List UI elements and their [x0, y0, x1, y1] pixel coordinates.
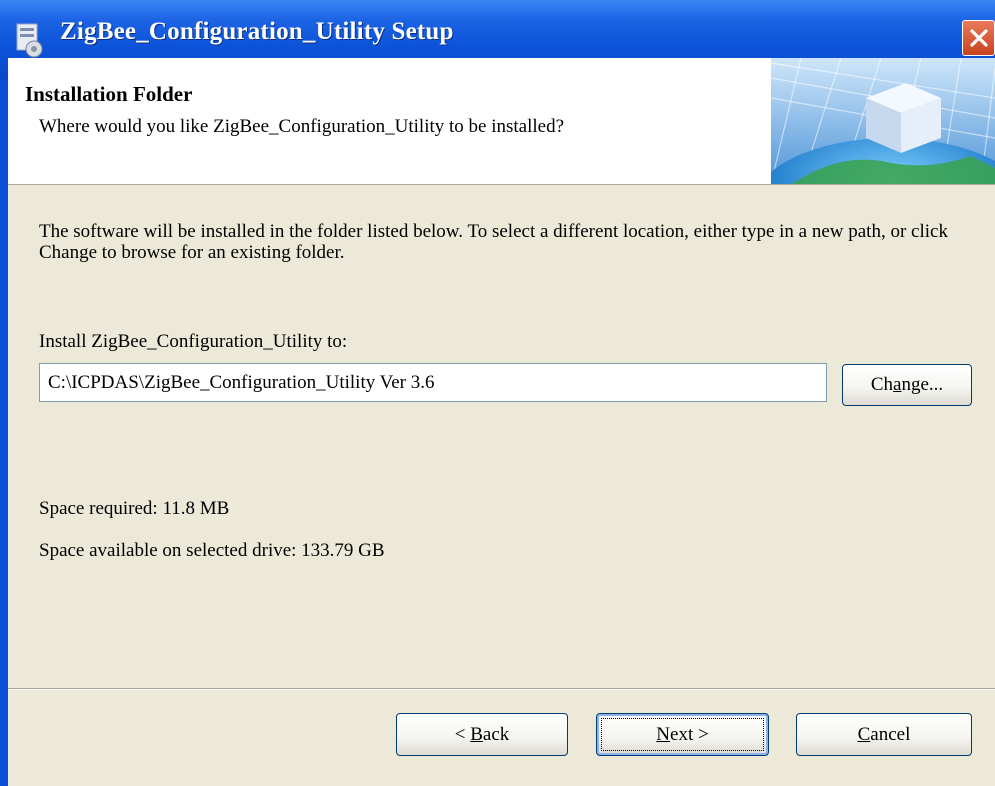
- back-button[interactable]: < Back: [396, 713, 568, 756]
- cancel-label-suffix: ancel: [870, 724, 911, 745]
- change-label-suffix: nge...: [901, 374, 944, 395]
- space-required-text: Space required: 11.8 MB: [39, 498, 230, 519]
- cube-globe-graphic: [771, 58, 995, 184]
- window-title: ZigBee_Configuration_Utility Setup: [60, 18, 454, 45]
- change-button[interactable]: Change...: [842, 364, 972, 406]
- setup-window: ZigBee_Configuration_Utility Setup Insta…: [0, 0, 995, 786]
- page-subtitle: Where would you like ZigBee_Configuratio…: [39, 116, 565, 137]
- installer-icon: [14, 22, 46, 58]
- close-icon: [970, 29, 988, 47]
- cancel-accelerator: C: [857, 724, 871, 745]
- back-label-suffix: ack: [482, 724, 510, 745]
- back-accelerator: B: [470, 724, 483, 745]
- page-title: Installation Folder: [25, 82, 193, 106]
- space-available-text: Space available on selected drive: 133.7…: [39, 540, 385, 561]
- wizard-header: Installation Folder Where would you like…: [8, 58, 995, 185]
- cancel-button[interactable]: Cancel: [796, 713, 972, 756]
- intro-text: The software will be installed in the fo…: [39, 221, 948, 263]
- install-path-label: Install ZigBee_Configuration_Utility to:: [39, 331, 348, 352]
- install-path-field[interactable]: [39, 363, 827, 402]
- focus-rectangle: [601, 718, 764, 751]
- next-button[interactable]: Next >: [596, 713, 769, 756]
- close-button[interactable]: [962, 20, 995, 56]
- back-label-prefix: <: [454, 724, 471, 745]
- change-label-prefix: Ch: [870, 374, 894, 395]
- dialog-client: Installation Folder Where would you like…: [8, 58, 995, 786]
- footer-divider: [8, 688, 995, 690]
